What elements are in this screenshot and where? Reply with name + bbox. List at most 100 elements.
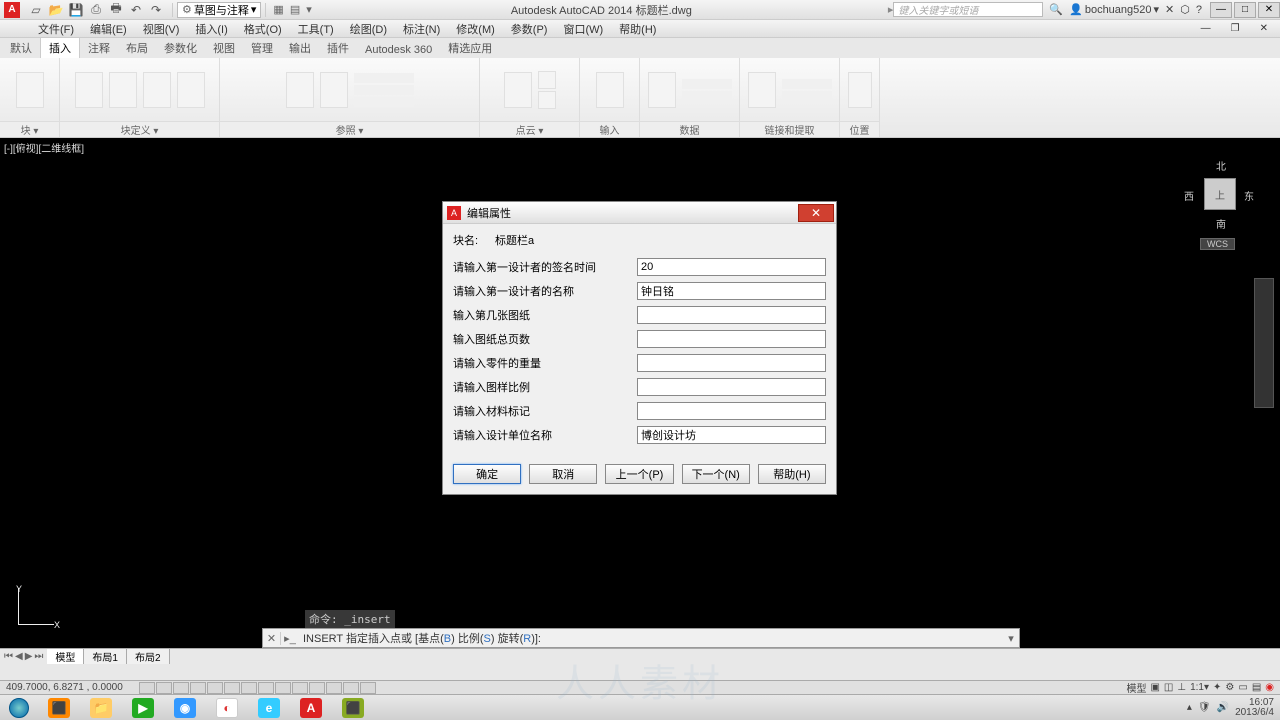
attr-input[interactable] [637, 282, 826, 300]
define-attr-icon[interactable] [109, 72, 137, 108]
panel-label[interactable]: 参照 ▾ [220, 121, 479, 137]
taskbar-explorer[interactable]: 📁 [81, 696, 121, 720]
plot-icon[interactable]: 🖶 [108, 2, 124, 18]
menu-item[interactable]: 视图(V) [135, 21, 188, 37]
menu-item[interactable]: 插入(I) [187, 21, 235, 37]
taskbar-autocad[interactable]: A [291, 696, 331, 720]
tray-network-icon[interactable]: 🛡 [1198, 702, 1211, 713]
annotation-scale[interactable]: 1:1▾ [1190, 682, 1209, 693]
menu-item[interactable]: 编辑(E) [82, 21, 135, 37]
prev-button[interactable]: 上一个(P) [605, 464, 673, 484]
panel-label[interactable]: 块 ▾ [0, 121, 59, 137]
ribbon-stub[interactable] [538, 91, 556, 109]
workspace-selector[interactable]: ⚙ 草图与注释 ▾ [177, 2, 261, 18]
menu-item[interactable]: 工具(T) [290, 21, 342, 37]
navigation-bar[interactable] [1254, 278, 1274, 408]
snap-toggle[interactable] [139, 682, 155, 694]
menu-item[interactable]: 文件(F) [30, 21, 82, 37]
field-icon[interactable] [648, 72, 676, 108]
sc-toggle[interactable] [343, 682, 359, 694]
3dosnap-toggle[interactable] [224, 682, 240, 694]
cancel-button[interactable]: 取消 [529, 464, 597, 484]
panel-label[interactable]: 点云 ▾ [480, 121, 579, 137]
osnap-toggle[interactable] [207, 682, 223, 694]
minimize-button[interactable]: — [1210, 2, 1232, 18]
model-space-button[interactable]: 模型 [1126, 680, 1146, 695]
ribbon-tab[interactable]: 插件 [319, 38, 357, 58]
status-icon[interactable]: ▭ [1238, 682, 1247, 693]
viewcube-east[interactable]: 东 [1244, 188, 1254, 203]
mdi-close-button[interactable]: ✕ [1252, 23, 1276, 34]
status-icon[interactable]: ▤ [1252, 682, 1261, 693]
attr-input[interactable] [637, 306, 826, 324]
viewcube[interactable]: 北 南 东 西 上 WCS [1180, 148, 1260, 248]
coordinates[interactable]: 409.7000, 6.8271 , 0.0000 [0, 682, 129, 693]
ribbon-tab[interactable]: 注释 [80, 38, 118, 58]
tray-expand-icon[interactable]: ▴ [1187, 702, 1192, 713]
ribbon-tab[interactable]: 视图 [205, 38, 243, 58]
next-button[interactable]: 下一个(N) [682, 464, 750, 484]
exchange-icon[interactable]: ✕ [1165, 3, 1174, 16]
status-icon[interactable]: ✦ [1213, 682, 1221, 693]
mdi-restore-button[interactable]: ❐ [1223, 23, 1248, 34]
ribbon-stub[interactable] [354, 97, 414, 107]
block-editor-icon[interactable] [177, 72, 205, 108]
maximize-button[interactable]: □ [1234, 2, 1256, 18]
taskbar-app[interactable]: ⬛ [39, 696, 79, 720]
viewcube-top[interactable]: 上 [1204, 178, 1236, 210]
datalink-icon[interactable] [748, 72, 776, 108]
ribbon-stub[interactable] [682, 79, 732, 89]
status-icon[interactable]: ⊥ [1177, 682, 1186, 693]
infocenter-icon[interactable]: 🔍 [1049, 3, 1063, 16]
close-button[interactable]: ✕ [1258, 2, 1280, 18]
qat-extra2-icon[interactable]: ▤ [287, 3, 303, 16]
ribbon-stub[interactable] [682, 91, 732, 101]
taskbar-browser[interactable]: ◉ [165, 696, 205, 720]
ribbon-stub[interactable] [354, 73, 414, 83]
panel-label[interactable]: 块定义 ▾ [60, 121, 219, 137]
ribbon-stub[interactable] [538, 71, 556, 89]
attr-input[interactable] [637, 426, 826, 444]
pointcloud-attach-icon[interactable] [504, 72, 532, 108]
start-button[interactable] [0, 696, 38, 720]
tray-clock[interactable]: 16:07 2013/6/4 [1235, 698, 1274, 718]
open-icon[interactable]: 📂 [48, 2, 64, 18]
viewport-label[interactable]: [-][俯视][二维线框] [4, 140, 84, 155]
ortho-toggle[interactable] [173, 682, 189, 694]
lwt-toggle[interactable] [292, 682, 308, 694]
menu-item[interactable]: 格式(O) [236, 21, 290, 37]
create-block-icon[interactable] [75, 72, 103, 108]
status-icon[interactable]: ◫ [1164, 682, 1173, 693]
attr-input[interactable] [637, 354, 826, 372]
ribbon-tab[interactable]: 布局 [118, 38, 156, 58]
taskbar-player[interactable]: ▶ [123, 696, 163, 720]
status-icon[interactable]: ⚙ [1225, 682, 1234, 693]
viewcube-north[interactable]: 北 [1216, 158, 1226, 173]
cloud-icon[interactable]: ⬡ [1180, 3, 1190, 16]
attach-icon[interactable] [286, 72, 314, 108]
menu-item[interactable]: 窗口(W) [555, 21, 611, 37]
attr-input[interactable] [637, 258, 826, 276]
ribbon-tab[interactable]: 默认 [2, 38, 40, 58]
app-icon[interactable]: A [4, 2, 20, 18]
help-icon[interactable]: ? [1196, 4, 1202, 16]
am-toggle[interactable] [360, 682, 376, 694]
ribbon-stub[interactable] [782, 91, 832, 101]
model-tab[interactable]: 模型 [47, 649, 84, 664]
layout-tab[interactable]: 布局1 [84, 649, 127, 664]
command-prompt[interactable]: INSERT 指定插入点或 [基点(B) 比例(S) 旋转(R)]: [299, 630, 1003, 646]
location-icon[interactable] [848, 72, 872, 108]
search-input[interactable]: 键入关键字或短语 [893, 2, 1043, 17]
user-button[interactable]: 👤 bochuang520 ▾ [1069, 3, 1159, 16]
viewcube-south[interactable]: 南 [1216, 216, 1226, 231]
polar-toggle[interactable] [190, 682, 206, 694]
ducs-toggle[interactable] [258, 682, 274, 694]
manage-attr-icon[interactable] [143, 72, 171, 108]
qat-extra1-icon[interactable]: ▦ [270, 3, 286, 16]
ribbon-stub[interactable] [354, 85, 414, 95]
ribbon-tab[interactable]: 参数化 [156, 38, 205, 58]
menu-item[interactable]: 参数(P) [503, 21, 556, 37]
mdi-min-button[interactable]: — [1193, 23, 1219, 34]
viewcube-wcs[interactable]: WCS [1200, 238, 1235, 250]
menu-item[interactable]: 绘图(D) [342, 21, 395, 37]
